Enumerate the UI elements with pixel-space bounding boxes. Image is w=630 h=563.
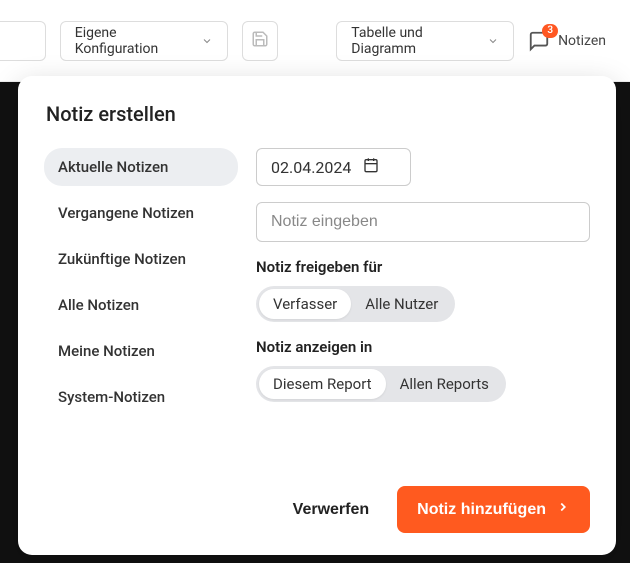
share-option-all-users[interactable]: Alle Nutzer <box>351 289 452 319</box>
sidebar-item-label: Zukünftige Notizen <box>58 250 186 268</box>
sidebar-item-past-notes[interactable]: Vergangene Notizen <box>44 194 238 232</box>
view-dropdown[interactable]: Tabelle und Diagramm <box>336 21 514 61</box>
config-dropdown[interactable]: Eigene Konfiguration <box>60 21 228 61</box>
top-toolbar: Eigene Konfiguration Tabelle und Diagram… <box>0 0 630 82</box>
view-label: Tabelle und Diagramm <box>351 25 477 57</box>
sidebar-item-label: Vergangene Notizen <box>58 204 194 222</box>
show-option-all-reports[interactable]: Allen Reports <box>386 369 503 399</box>
show-toggle-group: Diesem Report Allen Reports <box>256 366 506 402</box>
notes-badge: 3 <box>542 24 558 38</box>
sidebar-item-label: System-Notizen <box>58 388 165 406</box>
pill-label: Alle Nutzer <box>365 295 438 313</box>
date-field[interactable]: 02.04.2024 <box>256 148 411 186</box>
sidebar-item-current-notes[interactable]: Aktuelle Notizen <box>44 148 238 186</box>
sidebar-item-label: Alle Notizen <box>58 296 139 314</box>
sidebar-item-label: Meine Notizen <box>58 342 155 360</box>
add-note-button[interactable]: Notiz hinzufügen <box>397 486 590 533</box>
create-note-modal: Notiz erstellen Aktuelle Notizen Vergang… <box>18 76 616 555</box>
sidebar-item-all-notes[interactable]: Alle Notizen <box>44 286 238 324</box>
notes-link[interactable]: 3 Notizen <box>528 30 612 52</box>
pill-label: Diesem Report <box>273 375 372 393</box>
speech-bubble-icon: 3 <box>528 30 550 52</box>
discard-button[interactable]: Verwerfen <box>293 501 369 519</box>
chevron-down-icon <box>487 35 499 47</box>
submit-label: Notiz hinzufügen <box>417 501 546 519</box>
save-button[interactable] <box>242 21 279 61</box>
save-icon <box>251 30 269 52</box>
pill-label: Allen Reports <box>400 375 489 393</box>
config-label: Eigene Konfiguration <box>75 25 191 57</box>
modal-title: Notiz erstellen <box>46 102 590 126</box>
discard-label: Verwerfen <box>293 501 369 518</box>
note-input[interactable] <box>256 202 590 242</box>
pill-label: Verfasser <box>273 295 337 313</box>
chevron-right-icon <box>556 500 570 519</box>
toolbar-left-box[interactable] <box>0 21 46 61</box>
show-option-this-report[interactable]: Diesem Report <box>259 369 386 399</box>
calendar-icon <box>363 157 379 177</box>
sidebar-item-future-notes[interactable]: Zukünftige Notizen <box>44 240 238 278</box>
show-section-label: Notiz anzeigen in <box>256 338 590 356</box>
share-toggle-group: Verfasser Alle Nutzer <box>256 286 455 322</box>
sidebar-item-label: Aktuelle Notizen <box>58 158 168 176</box>
sidebar-item-my-notes[interactable]: Meine Notizen <box>44 332 238 370</box>
share-option-author[interactable]: Verfasser <box>259 289 351 319</box>
sidebar-item-system-notes[interactable]: System-Notizen <box>44 378 238 416</box>
chevron-down-icon <box>201 35 213 47</box>
note-category-sidebar: Aktuelle Notizen Vergangene Notizen Zukü… <box>44 148 238 474</box>
notes-link-label: Notizen <box>558 33 606 49</box>
share-section-label: Notiz freigeben für <box>256 258 590 276</box>
date-value: 02.04.2024 <box>271 158 351 177</box>
